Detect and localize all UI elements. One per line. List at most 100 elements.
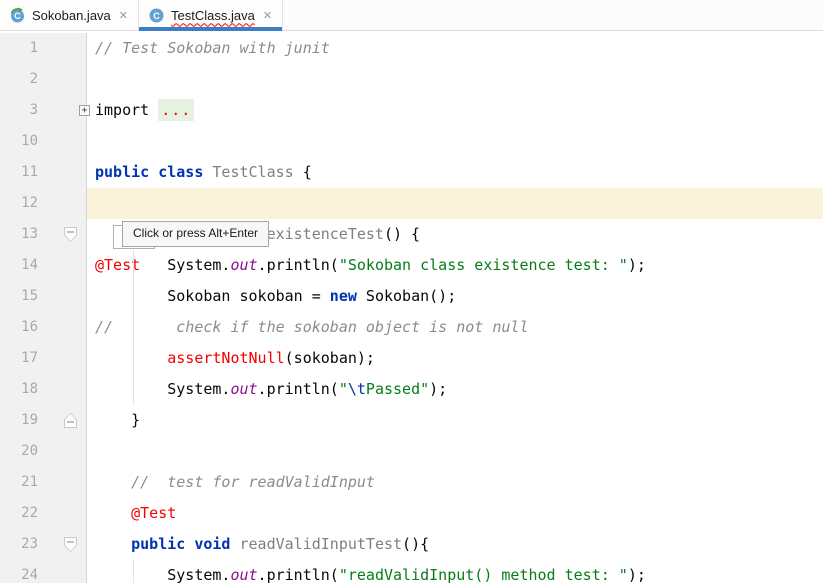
code-token: System. (167, 566, 230, 583)
code-token: public void (131, 535, 239, 553)
gutter-cell[interactable]: 17 (0, 343, 87, 374)
gutter-cell[interactable]: 24 (0, 560, 87, 583)
code-editor[interactable]: 1 // Test Sokoban with junit 2 3 + impor… (0, 31, 823, 583)
code-token: "Sokoban class existence test: " (339, 256, 628, 274)
gutter-cell[interactable]: 10 (0, 126, 87, 157)
code-token: "readValidInput() method test: " (339, 566, 628, 583)
code-line: 12 @Test (0, 188, 823, 219)
code-token: .println( (258, 380, 339, 398)
code-token: import (95, 101, 158, 119)
code-token: Sokoban(); (366, 287, 456, 305)
code-line: 19 } (0, 405, 823, 436)
code-line: 2 (0, 64, 823, 95)
code-text[interactable] (87, 126, 823, 157)
indent-spacer (95, 517, 131, 518)
fold-down-icon[interactable] (64, 227, 77, 242)
line-number: 11 (0, 157, 38, 188)
gutter-cell[interactable]: 16 (0, 312, 87, 343)
code-text[interactable]: assertNotNull(sokoban); (87, 343, 823, 374)
code-line: 16 // check if the sokoban object is not… (0, 312, 823, 343)
line-number: 15 (0, 281, 38, 312)
code-token: // test for readValidInput (131, 473, 375, 491)
line-number: 13 (0, 219, 38, 250)
code-token: } (131, 411, 140, 429)
gutter-cell[interactable]: 22 (0, 498, 87, 529)
gutter-cell[interactable]: 18 (0, 374, 87, 405)
code-token: public class (95, 163, 212, 181)
close-icon[interactable]: ✕ (263, 9, 272, 22)
code-text[interactable]: public class TestClass { (87, 157, 823, 188)
gutter-cell[interactable]: 20 (0, 436, 87, 467)
code-text[interactable]: System.out.println("Sokoban class existe… (87, 250, 823, 281)
line-number: 22 (0, 498, 38, 529)
code-text[interactable] (87, 436, 823, 467)
code-token: { (294, 163, 312, 181)
line-number: 3 (0, 95, 38, 126)
code-text[interactable] (87, 64, 823, 95)
code-token: ... (158, 99, 194, 121)
gutter-cell[interactable]: 12 (0, 188, 87, 219)
runnable-class-icon: C (9, 7, 26, 24)
gutter-cell[interactable]: 15 (0, 281, 87, 312)
code-token: existenceTest (267, 225, 384, 243)
gutter-cell[interactable]: 14 (0, 250, 87, 281)
code-text[interactable]: // Test Sokoban with junit (87, 33, 823, 64)
code-line: 21 // test for readValidInput (0, 467, 823, 498)
line-number: 10 (0, 126, 38, 157)
fold-plus-icon[interactable]: + (79, 105, 90, 116)
tab-sokoban-java[interactable]: C Sokoban.java ✕ (0, 0, 139, 30)
code-token: System. (167, 256, 230, 274)
gutter-cell[interactable]: 11 (0, 157, 87, 188)
line-number: 20 (0, 436, 38, 467)
code-token: .println( (258, 566, 339, 583)
gutter-cell[interactable]: 13 (0, 219, 87, 250)
code-text[interactable]: @Test (87, 498, 823, 529)
indent-guide (133, 250, 134, 405)
gutter-cell[interactable]: 1 (0, 33, 87, 64)
code-line: 1 // Test Sokoban with junit (0, 33, 823, 64)
fold-up-icon[interactable] (64, 413, 77, 428)
code-text[interactable]: System.out.println("\tPassed"); (87, 374, 823, 405)
gutter-cell[interactable]: 23 (0, 529, 87, 560)
code-text[interactable]: } (87, 405, 823, 436)
code-token: out (230, 256, 257, 274)
code-text[interactable]: // check if the sokoban object is not nu… (87, 312, 823, 343)
code-token: @Test (131, 504, 176, 522)
code-text[interactable]: import ... (87, 95, 823, 126)
code-token: out (230, 380, 257, 398)
svg-text:C: C (14, 11, 21, 21)
gutter-cell[interactable]: 19 (0, 405, 87, 436)
line-number: 18 (0, 374, 38, 405)
code-rows: 1 // Test Sokoban with junit 2 3 + impor… (0, 31, 823, 583)
code-token: .println( (258, 256, 339, 274)
code-token: \t (348, 380, 366, 398)
editor-tab-bar: C Sokoban.java ✕ C TestClass.java ✕ (0, 0, 823, 31)
code-text[interactable]: @Test (87, 188, 823, 219)
indent-spacer (95, 269, 167, 270)
code-text[interactable]: // test for readValidInput (87, 467, 823, 498)
indent-spacer (95, 362, 167, 363)
code-token: // check if the sokoban object is not nu… (95, 318, 528, 336)
code-line: 24 System.out.println("readValidInput() … (0, 560, 823, 583)
svg-text:C: C (153, 10, 160, 20)
close-icon[interactable]: ✕ (119, 9, 128, 22)
line-number: 21 (0, 467, 38, 498)
tab-testclass-java[interactable]: C TestClass.java ✕ (139, 0, 283, 30)
fold-down-icon[interactable] (64, 537, 77, 552)
code-line: 10 (0, 126, 823, 157)
code-text[interactable]: public void readValidInputTest(){ (87, 529, 823, 560)
code-text[interactable]: System.out.println("readValidInput() met… (87, 560, 823, 583)
code-line: 18 System.out.println("\tPassed"); (0, 374, 823, 405)
code-token: new (330, 287, 366, 305)
code-line: 20 (0, 436, 823, 467)
code-token: (sokoban); (285, 349, 375, 367)
line-number: 19 (0, 405, 38, 436)
gutter-cell[interactable]: 3 + (0, 95, 87, 126)
gutter-cell[interactable]: 2 (0, 64, 87, 95)
code-text[interactable]: Sokoban sokoban = new Sokoban(); (87, 281, 823, 312)
gutter-cell[interactable]: 21 (0, 467, 87, 498)
code-token: ); (628, 256, 646, 274)
indent-spacer (95, 548, 131, 549)
code-token: ); (429, 380, 447, 398)
code-token: System. (167, 380, 230, 398)
